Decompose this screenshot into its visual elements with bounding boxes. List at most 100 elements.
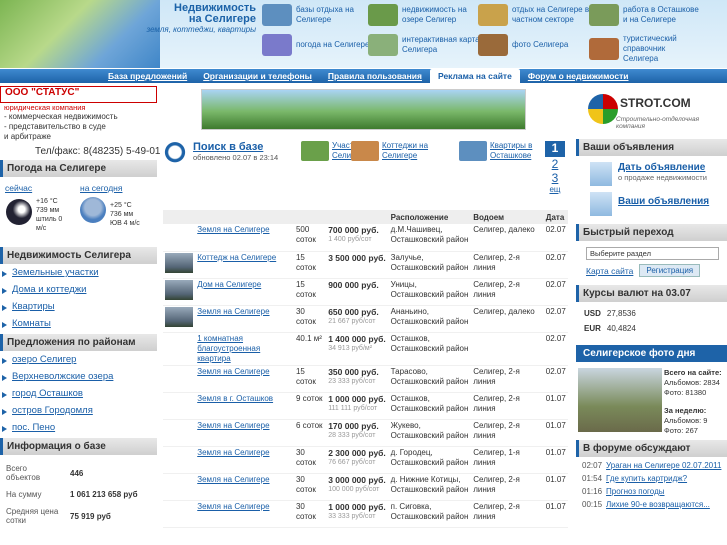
add-ad-link[interactable]: Дать объявление <box>618 162 707 173</box>
listing-size: 15 соток <box>293 278 327 306</box>
header-link-worker[interactable]: работа в Осташкове и на Селигере <box>589 4 701 26</box>
company-service-line: и арбитраже <box>4 132 52 141</box>
section-select[interactable]: Выберите раздел <box>586 247 719 260</box>
weather-now-temp: +16 °C <box>36 198 58 205</box>
listing-date: 01.07 <box>543 419 568 447</box>
site-title[interactable]: Недвижимость на Селигере <box>168 3 256 25</box>
listing-row[interactable]: Дом на Селигере 15 соток 900 000 руб. Уницы… <box>163 278 568 306</box>
document-icon <box>590 162 612 186</box>
weather-icon <box>262 34 292 56</box>
forum-topic-link[interactable]: Прогноз погоды <box>606 487 664 496</box>
listing-photo-image[interactable] <box>165 306 193 327</box>
cottage-banner-image[interactable] <box>201 89 526 130</box>
forum-heading: В форуме обсуждают <box>576 440 727 457</box>
listing-title-link[interactable]: Дом на Селигере <box>195 278 294 306</box>
region-link[interactable]: остров Городомля <box>0 402 157 419</box>
add-ad-item: Дать объявление о продаже недвижимости <box>590 162 727 186</box>
quick-category-link[interactable]: Коттеджи на Селигере <box>351 141 458 161</box>
weather-now-values: +16 °C 739 мм штиль 0 м/с <box>36 197 62 233</box>
listing-row[interactable]: Земля на Селигере 30 соток 3 000 000 руб. 1… <box>163 473 568 501</box>
listing-row[interactable]: 1 комнатная благоустроенная квартира 40.1… <box>163 332 568 366</box>
nav-item[interactable]: Организации и телефоны <box>195 69 320 83</box>
forum-topic-link[interactable]: Где купить картридж? <box>606 474 687 483</box>
realty-list: Земельные участки Дома и коттеджи Квартиры… <box>0 264 157 332</box>
listing-row[interactable]: Коттедж на Селигере 15 соток 3 500 000 руб… <box>163 251 568 279</box>
listing-thumb-cell <box>163 365 196 393</box>
listing-row[interactable]: Земля на Селигере 30 соток 1 000 000 руб. 3… <box>163 500 568 528</box>
listing-price: 170 000 руб. <box>328 420 379 431</box>
weather-today-link[interactable]: на сегодня <box>80 183 122 193</box>
region-link[interactable]: город Осташков <box>0 385 157 402</box>
my-ads-link[interactable]: Ваши объявления <box>618 196 709 216</box>
forum-time: 02:07 <box>582 461 603 470</box>
register-button[interactable]: Регистрация <box>639 264 701 277</box>
weather-widget: сейчас на сегодня +16 °C 739 мм штиль 0 … <box>0 177 157 247</box>
listing-title-link[interactable]: Земля на Селигере <box>195 446 294 474</box>
nav-item[interactable]: Форум о недвижимости <box>520 69 637 83</box>
page-3-link[interactable]: 3 <box>545 171 565 185</box>
listing-photo-image[interactable] <box>165 279 193 300</box>
weather-now-link[interactable]: сейчас <box>5 183 32 193</box>
forum-topic-link[interactable]: Ураган на Селигере 02.07.2011 <box>606 461 721 470</box>
listing-row[interactable]: Земля на Селигере 6 соток 170 000 руб. 28 3… <box>163 419 568 447</box>
company-name: ООО "СТАТУС" <box>5 87 80 98</box>
sitemap-link[interactable]: Карта сайта <box>586 266 633 276</box>
listing-row[interactable]: Земля на Селигере 30 соток 2 300 000 руб. 7… <box>163 446 568 474</box>
listing-title-link[interactable]: Земля на Селигере <box>195 500 294 528</box>
header-link-weather[interactable]: погода на Селигере <box>262 34 374 56</box>
stroycom-banner[interactable]: STROT.COM Строительно-отделочная компани… <box>576 86 727 131</box>
header-link-label: недвижимость на озере Селигер <box>402 5 467 24</box>
listing-price-per-unit: 23 333 руб/сот <box>328 377 376 385</box>
listing-row[interactable]: Земля в г. Осташков 9 соток 1 000 000 руб.… <box>163 392 568 420</box>
listing-title-link[interactable]: Земля на Селигере <box>195 419 294 447</box>
header-link-boats[interactable]: базы отдыха на Селигере <box>262 4 374 26</box>
region-link[interactable]: пос. Пено <box>0 419 157 436</box>
listing-title-link[interactable]: Земля на Селигере <box>195 305 294 333</box>
photo-week-albums: Альбомов: 9 <box>664 416 708 425</box>
header-link-forest[interactable]: недвижимость на озере Селигер <box>368 4 480 26</box>
db-info-row: Всего объектов 446 <box>2 461 148 485</box>
nav-item[interactable]: Правила пользования <box>320 69 430 83</box>
quick-category-link[interactable]: Квартиры в Осташкове <box>459 141 540 161</box>
header-link-camera[interactable]: фото Селигера <box>478 34 590 56</box>
listing-row[interactable]: Земля на Селигере 500 соток 700 000 руб. 1 … <box>163 224 568 252</box>
region-link[interactable]: озеро Селигер <box>0 351 157 368</box>
logo-map-image[interactable] <box>0 0 160 68</box>
status-company-banner[interactable]: ООО "СТАТУС" <box>0 86 157 103</box>
realty-link[interactable]: Земельные участки <box>0 264 157 281</box>
listing-location: д. Городец, Осташковский район <box>388 446 472 474</box>
column-header: Расположение <box>388 210 472 224</box>
listing-title-link[interactable]: Земля в г. Осташков <box>195 392 294 420</box>
db-info-row: Средняя цена сотки 75 919 руб <box>2 504 148 528</box>
nav-item[interactable]: Реклама на сайте <box>429 69 520 83</box>
land-icon <box>301 141 329 161</box>
nav-item[interactable]: База предложений <box>100 69 195 83</box>
rate-currency: USD <box>584 309 601 318</box>
listing-price-cell: 3 000 000 руб. 100 000 руб/сот <box>326 473 389 501</box>
page-more-link[interactable]: ещ <box>545 185 565 194</box>
page-2-link[interactable]: 2 <box>545 157 565 171</box>
listing-title-link[interactable]: Земля на Селигере <box>195 473 294 501</box>
header-link-map[interactable]: интерактивная карта Селигера <box>368 34 480 56</box>
region-link[interactable]: Верхневолжские озера <box>0 368 157 385</box>
forum-topic-link[interactable]: Лихие 90-е возвращаются... <box>606 500 710 509</box>
listing-title-link[interactable]: 1 комнатная благоустроенная квартира <box>195 332 294 366</box>
weather-now-pressure: 739 мм <box>36 207 60 214</box>
listing-title-link[interactable]: Земля на Селигере <box>195 224 294 252</box>
listing-photo-image[interactable] <box>165 252 193 273</box>
listing-row[interactable]: Земля на Селигере 30 соток 650 000 руб. 21 … <box>163 305 568 333</box>
header-link-house-rent[interactable]: отдых на Селигере в частном секторе <box>478 4 590 26</box>
realty-link[interactable]: Комнаты <box>0 315 157 332</box>
listing-row[interactable]: Земля на Селигере 15 соток 350 000 руб. 23 … <box>163 365 568 393</box>
page-current[interactable]: 1 <box>545 141 565 157</box>
realty-link[interactable]: Квартиры <box>0 298 157 315</box>
realty-link[interactable]: Дома и коттеджи <box>0 281 157 298</box>
search-link[interactable]: Поиск в базе <box>193 141 278 153</box>
header-link-tourist[interactable]: туристический справочник Селигера <box>589 34 701 64</box>
listing-title-link[interactable]: Коттедж на Селигере <box>195 251 294 279</box>
listing-title-link[interactable]: Земля на Селигере <box>195 365 294 393</box>
magnifier-icon[interactable] <box>163 141 193 169</box>
listing-price-cell: 2 300 000 руб. 76 667 руб/сот <box>326 446 389 474</box>
photo-of-day-image[interactable] <box>578 368 662 432</box>
listing-price: 650 000 руб. <box>328 306 379 317</box>
